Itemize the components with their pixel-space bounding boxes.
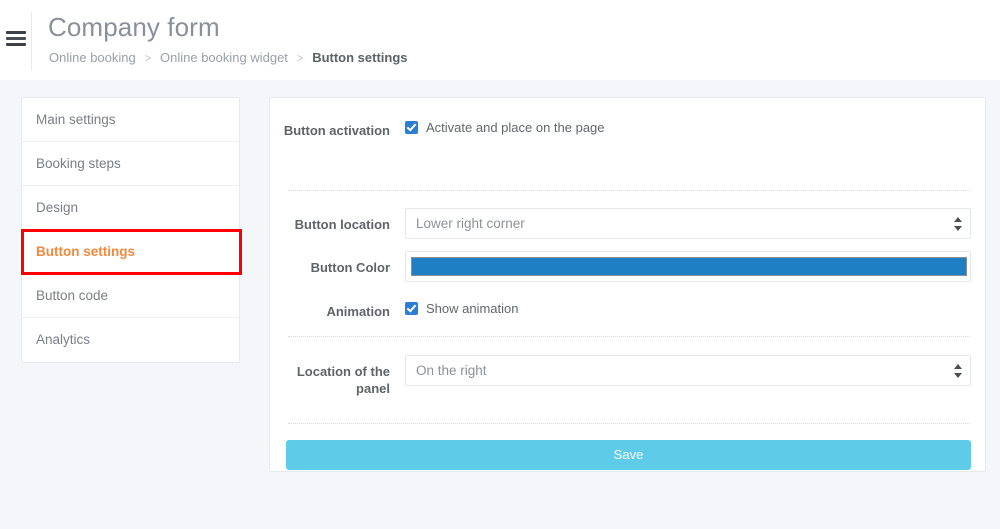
panel-location-selected-value: On the right [416,363,487,378]
breadcrumb-item-online-booking-widget[interactable]: Online booking widget [160,50,288,65]
section-divider [288,190,970,191]
page-content: Main settings Booking steps Design Butto… [0,80,1000,529]
button-activation-checkbox-label: Activate and place on the page [426,120,605,135]
sidebar-item-design[interactable]: Design [22,186,239,230]
label-button-location: Button location [294,217,390,232]
section-divider [288,423,970,424]
chevron-updown-icon[interactable] [954,217,962,231]
page-title: Company form [48,12,220,42]
hamburger-menu-icon[interactable] [6,31,26,48]
button-settings-panel: Button activation Activate and place on … [269,97,986,472]
button-location-select[interactable]: Lower right corner [405,208,971,239]
section-divider [288,336,970,337]
sidebar-item-booking-steps[interactable]: Booking steps [22,142,239,186]
breadcrumb-separator-icon: > [144,51,152,65]
button-activation-checkbox[interactable] [405,121,418,134]
button-location-selected-value: Lower right corner [416,216,525,231]
header-divider [31,12,32,70]
sidebar-item-button-code[interactable]: Button code [22,274,239,318]
label-panel-location: Location of the panel [296,364,390,396]
animation-checkbox[interactable] [405,302,418,315]
sidebar-item-main-settings[interactable]: Main settings [22,98,239,142]
sidebar-item-analytics[interactable]: Analytics [22,318,239,362]
sidebar-item-button-settings[interactable]: Button settings [21,229,242,275]
label-animation: Animation [326,304,390,319]
breadcrumb-item-online-booking[interactable]: Online booking [49,50,136,65]
label-button-activation: Button activation [283,123,390,138]
breadcrumb: Online booking > Online booking widget >… [49,50,408,65]
save-button[interactable]: Save [286,440,971,470]
settings-sidebar: Main settings Booking steps Design Butto… [21,97,242,363]
animation-checkbox-label: Show animation [426,301,519,316]
button-activation-checkbox-wrap[interactable]: Activate and place on the page [405,120,605,135]
button-color-swatch[interactable] [411,257,967,276]
top-header-bar: Company form Online booking > Online boo… [0,0,1000,80]
animation-checkbox-wrap[interactable]: Show animation [405,301,519,316]
breadcrumb-separator-icon: > [296,51,304,65]
label-button-color: Button Color [310,260,390,275]
chevron-updown-icon[interactable] [954,364,962,378]
panel-location-select[interactable]: On the right [405,355,971,386]
breadcrumb-item-button-settings: Button settings [312,50,408,65]
button-color-picker[interactable] [405,251,971,282]
